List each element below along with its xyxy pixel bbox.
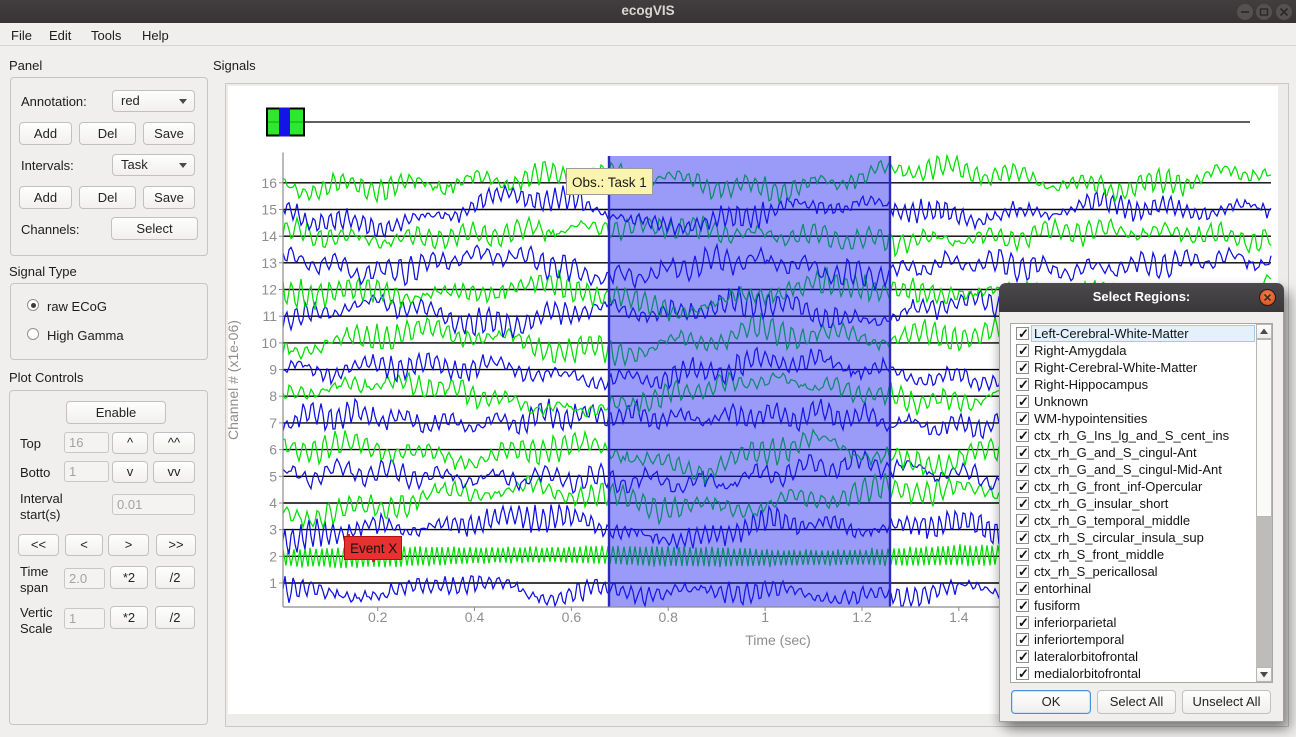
svg-text:Event X: Event X [350,541,397,556]
svg-text:1.4: 1.4 [949,609,969,625]
svg-text:9: 9 [269,362,277,378]
svg-text:0.2: 0.2 [368,609,388,625]
svg-text:13: 13 [261,255,277,271]
svg-text:3: 3 [269,522,277,538]
svg-text:5: 5 [269,468,277,484]
svg-text:15: 15 [261,202,277,218]
svg-text:Time (sec): Time (sec) [745,632,811,648]
svg-text:0.4: 0.4 [465,609,485,625]
svg-text:1: 1 [269,575,277,591]
svg-text:Channel # (x1e-06): Channel # (x1e-06) [226,320,241,440]
svg-text:0.8: 0.8 [658,609,678,625]
svg-text:7: 7 [269,415,277,431]
svg-text:0.6: 0.6 [562,609,582,625]
svg-text:14: 14 [261,228,277,244]
svg-text:8: 8 [269,388,277,404]
svg-text:4: 4 [269,495,277,511]
svg-text:6: 6 [269,442,277,458]
svg-text:10: 10 [261,335,277,351]
svg-text:11: 11 [262,308,277,324]
svg-text:1.2: 1.2 [852,609,872,625]
svg-text:1: 1 [761,609,769,625]
svg-text:2: 2 [269,548,277,564]
svg-text:16: 16 [261,175,277,191]
svg-text:12: 12 [261,282,277,298]
svg-text:Obs.: Task 1: Obs.: Task 1 [572,175,647,190]
